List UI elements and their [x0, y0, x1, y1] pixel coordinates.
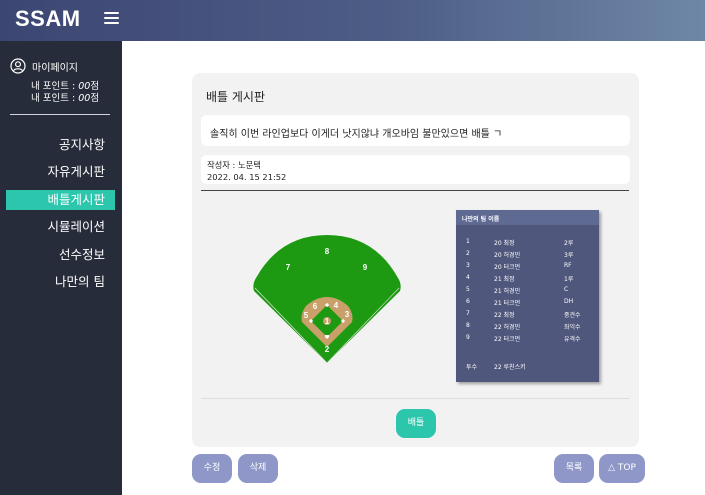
delete-button[interactable]: 삭제: [238, 454, 278, 483]
edit-button[interactable]: 수정: [192, 454, 232, 483]
content-divider: [201, 190, 629, 191]
player-name: 21 터크먼: [494, 300, 521, 307]
batting-order: 6: [466, 298, 470, 305]
pitcher-label: 투수: [466, 364, 478, 371]
board-title: 배틀 게시판: [206, 90, 266, 104]
player-name: 21 최정: [494, 276, 515, 283]
batting-order: 1: [466, 238, 470, 245]
player-position: DH: [564, 298, 574, 305]
lineup-row: 4 21 최정 1루: [466, 274, 596, 284]
batting-order: 2: [466, 250, 470, 257]
list-button[interactable]: 목록: [554, 454, 594, 483]
sidebar-item-simulation[interactable]: 시뮬레이션: [6, 217, 115, 237]
top-bar: SSAM: [0, 0, 705, 41]
batting-order: 5: [466, 286, 470, 293]
player-position: 좌익수: [564, 324, 581, 331]
sidebar-divider: [10, 114, 110, 115]
lineup-row: 7 22 최정 중견수: [466, 310, 596, 320]
player-name: 22 터크먼: [494, 336, 521, 343]
team-name: 나만의 팀 이름: [456, 210, 599, 225]
position-2: 2: [325, 345, 330, 354]
lineup-row: 5 21 허경민 C: [466, 286, 596, 296]
sidebar-item-free-board[interactable]: 자유게시판: [6, 162, 115, 182]
position-5: 5: [304, 311, 309, 320]
batting-order: 3: [466, 262, 470, 269]
app-logo[interactable]: SSAM: [15, 6, 81, 32]
lineup-row: 6 21 터크먼 DH: [466, 298, 596, 308]
player-position: 2루: [564, 240, 574, 247]
post-meta: 작성자 : 노문택 2022. 04. 15 21:52: [201, 155, 630, 184]
player-position: 중견수: [564, 312, 581, 319]
pitcher-name: 22 루친스키: [494, 364, 526, 371]
player-position: 1루: [564, 276, 574, 283]
post-title: 솔직히 이번 라인업보다 이게더 낫지않냐 개오바임 불만있으면 배틀 ㄱ: [201, 115, 630, 146]
scroll-top-button[interactable]: △ TOP: [599, 454, 645, 483]
player-name: 22 최정: [494, 312, 515, 319]
hamburger-menu-icon[interactable]: [104, 12, 119, 25]
sidebar-item-my-team[interactable]: 나만의 팀: [6, 272, 115, 292]
points-label: 내 포인트 :: [31, 93, 79, 104]
mypage-link[interactable]: 마이페이지: [10, 58, 78, 74]
batting-order: 9: [466, 334, 470, 341]
lineup-row: 9 22 터크먼 유격수: [466, 334, 596, 344]
sidebar-item-player-info[interactable]: 선수정보: [6, 245, 115, 265]
position-3: 3: [345, 310, 350, 319]
player-name: 21 허경민: [494, 288, 521, 295]
points-value: 00: [78, 93, 91, 104]
lineup-row: 3 20 터크먼 RF: [466, 262, 596, 272]
battle-button[interactable]: 배틀: [396, 409, 436, 438]
player-position: C: [564, 286, 569, 293]
team-lineup-panel: 나만의 팀 이름 1 20 최정 2루 2 20 허경민 3루 3 20 터크먼 RF 4 2…: [456, 210, 599, 382]
baseball-field-diagram: 1 2 3 4 5 6 7 8 9: [253, 235, 401, 364]
lineup-row: 8 22 허경민 좌익수: [466, 322, 596, 332]
sidebar-item-notice[interactable]: 공지사항: [6, 135, 115, 155]
position-6: 6: [313, 302, 318, 311]
points-unit: 점: [90, 93, 100, 104]
player-name: 20 최정: [494, 240, 515, 247]
player-name: 20 허경민: [494, 252, 521, 259]
position-1: 1: [325, 317, 330, 326]
player-position: RF: [564, 262, 572, 269]
user-circle-icon: [10, 58, 26, 74]
sidebar: 마이페이지 내 포인트 : 00점 내 포인트 : 00점 공지사항 자유게시판…: [0, 41, 122, 495]
sidebar-item-battle-board[interactable]: 배틀게시판: [6, 190, 115, 210]
position-4: 4: [334, 301, 339, 310]
player-name: 20 터크먼: [494, 264, 521, 271]
post-author: 작성자 : 노문택: [207, 160, 261, 170]
lineup-row: 2 20 허경민 3루: [466, 250, 596, 260]
post-date: 2022. 04. 15 21:52: [207, 172, 287, 182]
position-7: 7: [286, 263, 291, 272]
points-line: 내 포인트 : 00점: [31, 90, 99, 104]
position-9: 9: [363, 263, 368, 272]
player-name: 22 허경민: [494, 324, 521, 331]
lineup-row: 1 20 최정 2루: [466, 238, 596, 248]
player-position: 3루: [564, 252, 574, 259]
batting-order: 4: [466, 274, 470, 281]
post-card: 배틀 게시판 솔직히 이번 라인업보다 이게더 낫지않냐 개오바임 불만있으면 …: [192, 73, 639, 447]
content-bottom-divider: [201, 398, 629, 399]
mypage-label: 마이페이지: [32, 62, 78, 74]
batting-order: 8: [466, 322, 470, 329]
position-8: 8: [325, 247, 330, 256]
player-position: 유격수: [564, 336, 581, 343]
batting-order: 7: [466, 310, 470, 317]
